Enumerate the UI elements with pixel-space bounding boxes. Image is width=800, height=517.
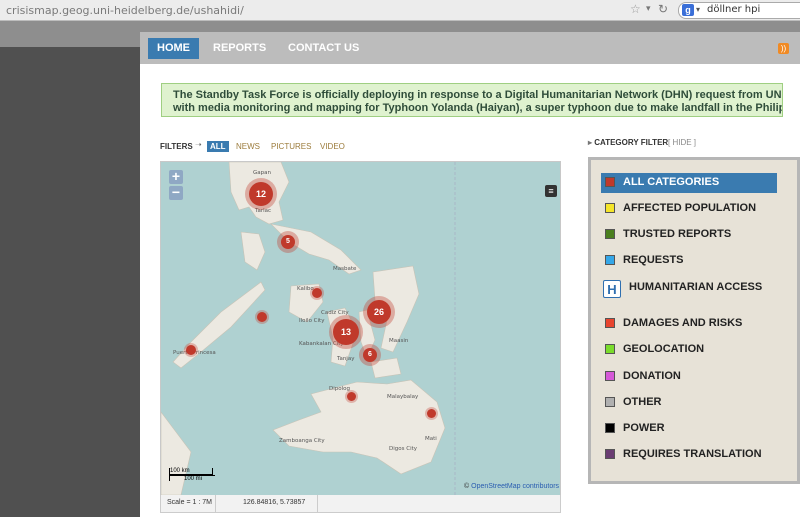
report-marker[interactable]	[257, 312, 267, 322]
footer-divider	[215, 495, 216, 512]
reload-icon[interactable]: ↻	[658, 2, 668, 16]
zoom-in-button[interactable]: +	[169, 169, 183, 184]
report-cluster[interactable]: 13	[333, 319, 359, 345]
filter-video[interactable]: VIDEO	[320, 142, 345, 151]
category-swatch	[605, 229, 615, 239]
report-cluster[interactable]: 6	[363, 348, 377, 362]
category-donation[interactable]: DONATION	[601, 367, 777, 387]
map-scale-text: Scale = 1 : 7M	[167, 499, 212, 506]
report-cluster[interactable]: 26	[367, 300, 391, 324]
category-swatch	[605, 423, 615, 433]
search-query[interactable]: döllner hpi	[707, 4, 760, 15]
category-swatch	[605, 255, 615, 265]
category-power[interactable]: POWER	[601, 419, 777, 439]
history-dropdown-icon[interactable]: ▾	[646, 3, 651, 14]
announcement-banner: The Standby Task Force is officially dep…	[161, 83, 783, 117]
filter-all[interactable]: ALL	[207, 141, 229, 152]
nav-reports[interactable]: REPORTS	[204, 38, 275, 59]
category-trusted-reports[interactable]: TRUSTED REPORTS	[601, 225, 777, 245]
humanitarian-access-icon: H	[603, 280, 621, 298]
banner-line-2: with media monitoring and mapping for Ty…	[173, 102, 783, 114]
place-label: Gapan	[253, 170, 271, 176]
filter-news[interactable]: NEWS	[236, 142, 260, 151]
map-view[interactable]: Gapan Tarlac Masbate Kalibo Cadiz City I…	[160, 161, 561, 496]
nav-contact-us[interactable]: CONTACT US	[279, 38, 368, 59]
map-footer: Scale = 1 : 7M 126.84816, 5.73857	[160, 495, 561, 513]
scale-km: 100 km	[169, 468, 213, 475]
map-basemap[interactable]: Gapan Tarlac Masbate Kalibo Cadiz City I…	[161, 162, 560, 495]
search-box[interactable]: g ▾ döllner hpi	[678, 2, 800, 19]
category-all[interactable]: ALL CATEGORIES	[601, 173, 777, 193]
category-swatch	[605, 318, 615, 328]
place-label: Maasin	[389, 338, 409, 344]
category-swatch	[605, 371, 615, 381]
category-requests[interactable]: REQUESTS	[601, 251, 777, 271]
banner-line-1: The Standby Task Force is officially dep…	[173, 89, 782, 101]
category-damages-and-risks[interactable]: DAMAGES AND RISKS	[601, 314, 777, 334]
scale-mi: 100 mi	[169, 475, 215, 482]
category-list: ALL CATEGORIES AFFECTED POPULATION TRUST…	[588, 157, 800, 484]
category-other[interactable]: OTHER	[601, 393, 777, 413]
category-swatch	[605, 344, 615, 354]
report-cluster[interactable]: 12	[249, 182, 273, 206]
browser-toolbar: crisismap.geog.uni-heidelberg.de/ushahid…	[0, 0, 800, 21]
category-requires-translation[interactable]: REQUIRES TRANSLATION	[601, 445, 777, 465]
address-bar[interactable]: crisismap.geog.uni-heidelberg.de/ushahid…	[6, 4, 244, 17]
place-label: Digos City	[389, 446, 418, 452]
category-swatch	[605, 203, 615, 213]
category-swatch	[605, 397, 615, 407]
report-marker[interactable]	[312, 288, 322, 298]
rss-icon[interactable]: ))	[778, 43, 789, 54]
attribution-prefix: ©	[464, 483, 470, 490]
place-label: Dipolog	[329, 386, 350, 392]
left-background	[0, 47, 140, 517]
category-filter-hide[interactable]: [ HIDE ]	[668, 138, 696, 147]
bookmark-star-icon[interactable]: ☆	[630, 2, 641, 16]
place-label: Malaybalay	[387, 394, 419, 400]
layer-switcher-icon[interactable]: ≡	[545, 185, 557, 197]
search-engine-dropdown-icon[interactable]: ▾	[696, 5, 700, 14]
footer-divider	[317, 495, 318, 512]
main-nav: HOME REPORTS CONTACT US ))	[140, 32, 800, 64]
place-label: Mati	[425, 436, 437, 442]
filter-pictures[interactable]: PICTURES	[271, 142, 311, 151]
report-marker[interactable]	[427, 409, 436, 418]
search-engine-icon[interactable]: g	[682, 4, 694, 16]
place-label: Tanjay	[336, 356, 355, 362]
category-affected-population[interactable]: AFFECTED POPULATION	[601, 199, 777, 219]
category-filter-title: ▸ CATEGORY FILTER	[588, 138, 669, 147]
place-label: Zamboanga City	[279, 438, 325, 444]
category-geolocation[interactable]: GEOLOCATION	[601, 340, 777, 360]
place-label: Iloilo City	[299, 318, 325, 324]
filters-arrow-icon: ➝	[195, 140, 202, 149]
zoom-out-button[interactable]: −	[169, 185, 183, 200]
place-label: Tarlac	[254, 208, 271, 214]
osm-attribution-link[interactable]: OpenStreetMap contributors	[471, 483, 559, 490]
report-marker[interactable]	[186, 345, 196, 355]
category-swatch	[605, 449, 615, 459]
report-cluster[interactable]: 5	[281, 235, 295, 249]
map-coordinates: 126.84816, 5.73857	[243, 499, 306, 506]
map-scale-bar: 100 km 100 mi	[169, 468, 215, 482]
category-humanitarian-access[interactable]: H HUMANITARIAN ACCESS	[601, 278, 777, 304]
page-content: HOME REPORTS CONTACT US )) The Standby T…	[140, 32, 800, 517]
filters-label: FILTERS	[160, 142, 193, 151]
place-label: Cadiz City	[321, 310, 349, 316]
place-label: Masbate	[333, 266, 357, 272]
report-marker[interactable]	[347, 392, 356, 401]
nav-home[interactable]: HOME	[148, 38, 199, 59]
category-swatch	[605, 177, 615, 187]
map-attribution: © OpenStreetMap contributors	[464, 483, 559, 490]
